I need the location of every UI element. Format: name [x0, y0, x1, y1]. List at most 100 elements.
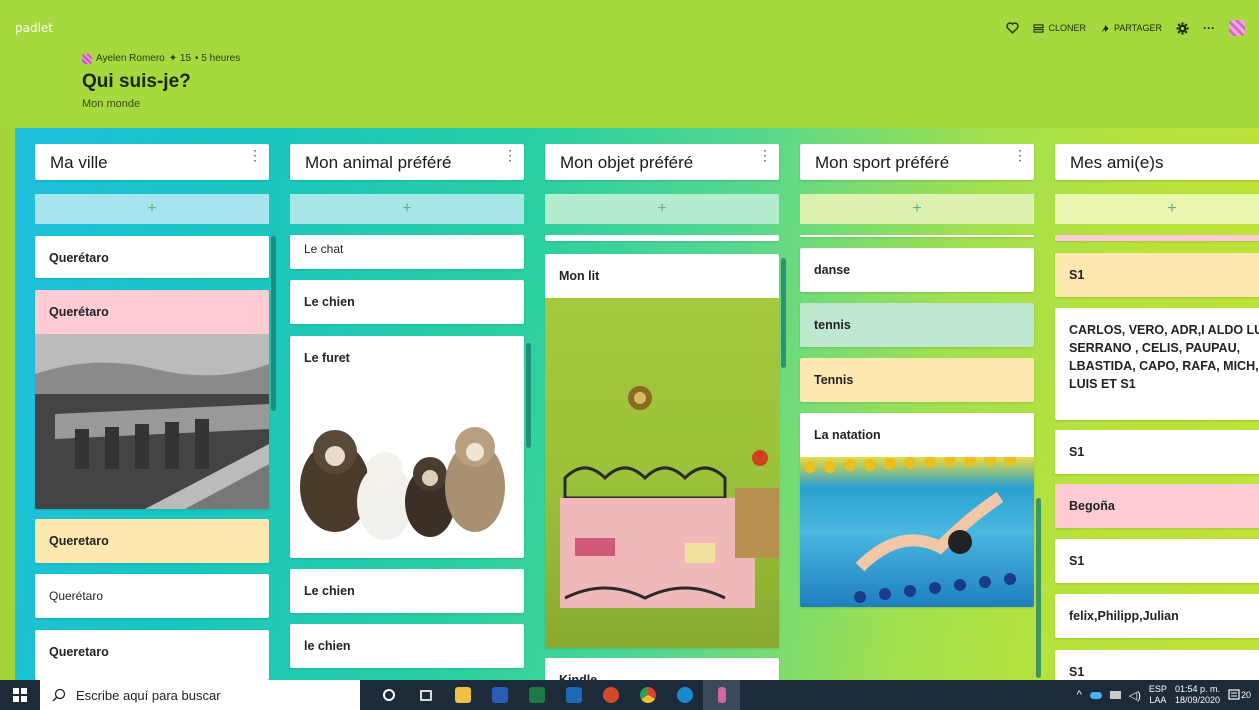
column-mon-objet: Mon objet préféré ⋮ + Mon lit Kindle	[545, 128, 786, 680]
language-indicator[interactable]: ESP LAA	[1149, 684, 1167, 706]
add-post-button[interactable]: +	[800, 194, 1034, 224]
add-post-button[interactable]: +	[290, 194, 524, 224]
post-card[interactable]: Querétaro	[35, 236, 269, 278]
user-avatar[interactable]	[1229, 20, 1245, 36]
padlet-board: Ma ville ⋮ + Querétaro Querétaro Quereta…	[15, 128, 1259, 680]
column-menu-icon[interactable]: ⋮	[758, 148, 772, 162]
likes-count: ✦ 15	[168, 53, 192, 64]
post-card[interactable]: Kindle	[545, 658, 779, 680]
post-text: Begoña	[1069, 499, 1115, 513]
post-card[interactable]: Le chat	[290, 235, 524, 269]
chrome-icon[interactable]	[629, 680, 666, 710]
notifications-count: 20	[1240, 690, 1251, 700]
clone-button[interactable]: CLONER	[1033, 23, 1086, 33]
search-placeholder: Escribe aquí para buscar	[76, 687, 221, 703]
post-card[interactable]: S1	[1055, 539, 1259, 583]
post-text: felix,Philipp,Julian	[1069, 609, 1179, 623]
add-post-button[interactable]: +	[1055, 194, 1259, 224]
page-subtitle: Mon monde	[82, 98, 141, 110]
post-card[interactable]	[545, 235, 779, 241]
author-avatar[interactable]	[82, 53, 92, 64]
post-card[interactable]: Le chien	[290, 280, 524, 324]
column-scrollbar[interactable]	[781, 258, 786, 368]
post-card[interactable]: S1	[1055, 650, 1259, 680]
clock[interactable]: 01:54 p. m. 18/09/2020	[1175, 684, 1220, 706]
post-card[interactable]: S1	[1055, 253, 1259, 297]
post-card[interactable]: Le chien	[290, 569, 524, 613]
column-scrollbar[interactable]	[271, 236, 276, 411]
post-card[interactable]: Queretaro	[35, 630, 269, 680]
column-header: Ma ville ⋮	[35, 144, 269, 180]
column-header: Mes ami(e)s	[1055, 144, 1259, 180]
post-meta: Ayelen Romero ✦ 15 • 5 heures	[82, 53, 240, 64]
post-card[interactable]	[800, 235, 1034, 237]
column-menu-icon[interactable]: ⋮	[248, 148, 262, 162]
post-text: Tennis	[814, 373, 854, 387]
task-view-icon[interactable]	[407, 680, 444, 710]
more-options-icon[interactable]: ···	[1203, 21, 1215, 35]
settings-gear-icon[interactable]	[1176, 22, 1189, 35]
edge-icon[interactable]	[666, 680, 703, 710]
post-text: S1	[1069, 665, 1085, 679]
post-card[interactable]: CARLOS, VERO, ADR,I ALDO LUNA, SERRANO ,…	[1055, 308, 1259, 420]
column-mon-sport: Mon sport préféré ⋮ + danse tennis Tenni…	[800, 128, 1041, 680]
post-text: Le chat	[304, 242, 344, 256]
notifications-icon[interactable]: 20	[1228, 689, 1251, 701]
post-card[interactable]: Querétaro	[35, 290, 269, 509]
post-card[interactable]: danse	[800, 248, 1034, 292]
post-card[interactable]: S1	[1055, 430, 1259, 474]
post-text: danse	[814, 263, 851, 277]
column-menu-icon[interactable]: ⋮	[503, 148, 517, 162]
post-text: S1	[1069, 445, 1085, 459]
post-card[interactable]: Begoña	[1055, 484, 1259, 528]
post-text: Kindle	[559, 673, 598, 680]
padlet-window: padlet Ayelen Romero ✦ 15 • 5 heures Qui…	[0, 0, 1259, 710]
post-card[interactable]: Queretaro	[35, 519, 269, 563]
add-post-button[interactable]: +	[545, 194, 779, 224]
author-name[interactable]: Ayelen Romero	[96, 53, 165, 64]
share-button[interactable]: PARTAGER	[1100, 23, 1162, 33]
outlook-icon[interactable]	[555, 680, 592, 710]
post-card[interactable]: Tennis	[800, 358, 1034, 402]
app-icon[interactable]	[703, 680, 740, 710]
column-scrollbar[interactable]	[526, 343, 531, 448]
post-text: Querétaro	[49, 589, 104, 603]
post-card[interactable]: Querétaro	[35, 574, 269, 618]
ferret-image	[290, 392, 524, 542]
post-text: Queretaro	[49, 645, 109, 659]
excel-icon[interactable]	[518, 680, 555, 710]
volume-icon[interactable]: ◁)	[1129, 689, 1141, 702]
cortana-icon[interactable]	[370, 680, 407, 710]
add-post-button[interactable]: +	[35, 194, 269, 224]
taskbar-apps	[370, 680, 740, 710]
padlet-logo[interactable]: padlet	[15, 21, 53, 35]
post-text: Le chien	[304, 584, 355, 598]
aqueduct-image	[35, 334, 269, 509]
post-card[interactable]: tennis	[800, 303, 1034, 347]
post-text: Le furet	[304, 351, 350, 365]
column-mes-amis: Mes ami(e)s + S1 CARLOS, VERO, ADR,I ALD…	[1055, 128, 1259, 680]
clock-time: 01:54 p. m.	[1174, 684, 1220, 694]
column-title: Mon objet préféré	[560, 153, 694, 172]
post-card[interactable]: felix,Philipp,Julian	[1055, 594, 1259, 638]
powerpoint-icon[interactable]	[592, 680, 629, 710]
network-icon[interactable]	[1109, 691, 1121, 699]
word-icon[interactable]	[481, 680, 518, 710]
post-card[interactable]: Le furet	[290, 336, 524, 558]
column-menu-icon[interactable]: ⋮	[1013, 148, 1027, 162]
column-header: Mon sport préféré ⋮	[800, 144, 1034, 180]
onedrive-icon[interactable]	[1089, 691, 1102, 699]
post-card[interactable]	[1055, 235, 1259, 241]
post-card[interactable]: Mon lit	[545, 254, 779, 648]
heart-icon[interactable]	[1006, 22, 1020, 34]
header-actions: CLONER PARTAGER ···	[1006, 20, 1245, 36]
post-text: S1	[1069, 554, 1085, 568]
page-title: Qui suis-je?	[82, 71, 191, 92]
taskbar-search-input[interactable]: Escribe aquí para buscar	[40, 680, 360, 710]
windows-start-icon[interactable]	[0, 680, 40, 710]
post-card[interactable]: La natation	[800, 413, 1034, 607]
column-scrollbar[interactable]	[1036, 498, 1041, 678]
chevron-up-icon[interactable]: ^	[1077, 689, 1082, 701]
file-explorer-icon[interactable]	[444, 680, 481, 710]
post-card[interactable]: le chien	[290, 624, 524, 668]
